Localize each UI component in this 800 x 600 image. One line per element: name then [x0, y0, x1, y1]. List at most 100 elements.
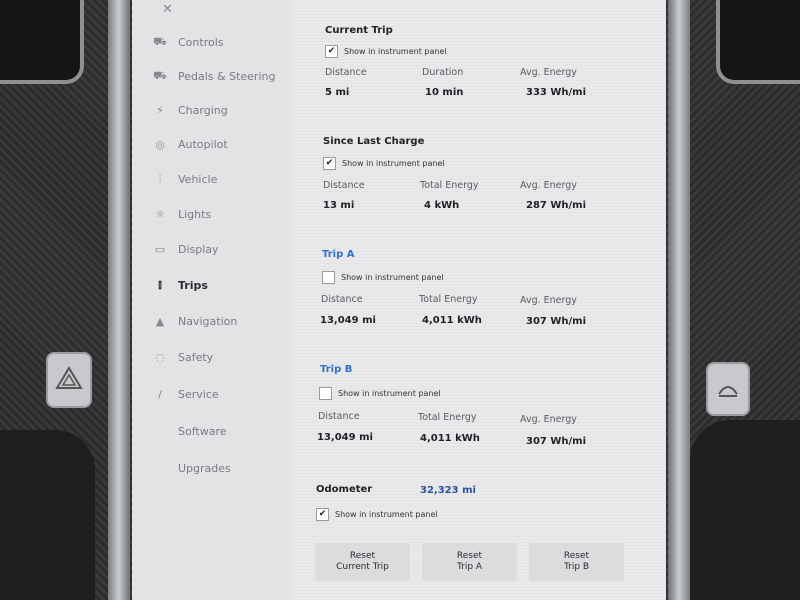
sidebar-item-navigation[interactable]: ▲ Navigation — [152, 308, 292, 334]
sidebar-item-label: Autopilot — [178, 137, 228, 151]
sidebar-item-label: Charging — [178, 103, 228, 117]
stat-value: 13 mi — [323, 200, 355, 211]
stat-value: 4,011 kWh — [420, 433, 480, 444]
stat-label: Total Energy — [418, 412, 477, 423]
sidebar-item-label: Upgrades — [178, 461, 231, 475]
current-trip-checkbox[interactable]: ✔ Show in instrument panel — [325, 45, 447, 58]
seat-left — [0, 430, 95, 600]
stat-label: Avg. Energy — [520, 180, 577, 191]
button-label-line2: Trip A — [456, 562, 483, 572]
reset-trip-a-button[interactable]: Reset Trip A — [422, 543, 517, 581]
check-icon: ✔ — [325, 45, 338, 58]
button-label-line1: Reset — [349, 551, 376, 561]
sidebar-item-label: Software — [178, 424, 227, 438]
stat-label: Avg. Energy — [520, 67, 577, 78]
sidebar-item-controls[interactable]: ⛟ Controls — [152, 29, 292, 55]
sun-icon: ☼ — [155, 207, 165, 221]
sidebar-item-software[interactable]: Software — [152, 418, 292, 444]
stat-label: Duration — [422, 67, 464, 78]
since-last-charge-title: Since Last Charge — [323, 136, 425, 147]
display-icon: ▭ — [154, 242, 166, 256]
sidebar-item-charging[interactable]: ⚡ Charging — [152, 97, 292, 123]
stat-value: 287 Wh/mi — [526, 200, 587, 211]
stat-label: Distance — [318, 411, 360, 422]
safety-icon: ◌ — [155, 350, 165, 364]
sidebar-item-label: Service — [178, 387, 219, 401]
odometer-label: Odometer — [316, 484, 373, 495]
stat-value: 307 Wh/mi — [526, 436, 587, 447]
hazard-button[interactable] — [46, 352, 92, 408]
air-vent-right — [716, 0, 800, 84]
sidebar-item-label: Display — [178, 242, 219, 256]
stat-label: Total Energy — [419, 294, 478, 305]
stat-label: Distance — [325, 67, 367, 78]
current-trip-title: Current Trip — [325, 25, 393, 36]
check-icon: ✔ — [323, 157, 336, 170]
odometer-value: 32,323 mi — [420, 485, 476, 496]
stat-label: Distance — [321, 294, 363, 305]
checkbox-label: Show in instrument panel — [338, 389, 441, 398]
sidebar-item-display[interactable]: ▭ Display — [152, 236, 292, 262]
button-label-line1: Reset — [563, 551, 590, 561]
checkbox-label: Show in instrument panel — [335, 510, 438, 519]
sidebar-item-label: Lights — [178, 207, 212, 221]
car-icon: ⛟ — [153, 34, 167, 48]
sidebar-item-label: Pedals & Steering — [178, 69, 276, 83]
chrome-trim-left — [108, 0, 130, 600]
reset-current-trip-button[interactable]: Reset Current Trip — [315, 543, 410, 581]
checkbox-box — [322, 271, 335, 284]
close-icon[interactable]: ✕ — [162, 2, 173, 17]
stat-value: 307 Wh/mi — [526, 316, 587, 327]
car-icon: ⛟ — [153, 68, 167, 82]
settings-sidebar: ✕ ⛟ Controls ⛟ Pedals & Steering ⚡ Charg… — [132, 0, 292, 600]
stat-value: 4,011 kWh — [422, 315, 482, 326]
sidebar-item-lights[interactable]: ☼ Lights — [152, 201, 292, 227]
steering-wheel-icon: ◎ — [155, 137, 165, 151]
check-icon: ✔ — [316, 508, 329, 521]
download-icon — [152, 423, 168, 439]
trip-b-title: Trip B — [320, 364, 353, 375]
checkbox-box — [319, 387, 332, 400]
air-vent-left — [0, 0, 84, 84]
trip-a-checkbox[interactable]: Show in instrument panel — [322, 271, 444, 284]
stat-label: Avg. Energy — [520, 414, 577, 425]
checkbox-label: Show in instrument panel — [342, 159, 445, 168]
button-label-line1: Reset — [456, 551, 483, 561]
stat-value: 13,049 mi — [320, 315, 376, 326]
sidebar-item-autopilot[interactable]: ◎ Autopilot — [152, 131, 292, 157]
odometer-checkbox[interactable]: ✔ Show in instrument panel — [316, 508, 438, 521]
sidebar-item-trips[interactable]: ⫾ Trips — [152, 272, 292, 298]
chrome-trim-right — [668, 0, 690, 600]
stat-value: 333 Wh/mi — [526, 87, 587, 98]
stat-value: 10 min — [425, 87, 464, 98]
wrench-icon: / — [158, 387, 162, 401]
trip-b-checkbox[interactable]: Show in instrument panel — [319, 387, 441, 400]
button-label-line2: Trip B — [563, 562, 590, 572]
sidebar-item-label: Navigation — [178, 314, 238, 328]
sidebar-item-service[interactable]: / Service — [152, 381, 292, 407]
seat-right — [690, 420, 800, 600]
sidebar-item-label: Vehicle — [178, 172, 218, 186]
stat-value: 4 kWh — [424, 200, 460, 211]
checkbox-label: Show in instrument panel — [341, 273, 444, 282]
bolt-icon: ⚡ — [156, 103, 164, 117]
sidebar-item-pedals-steering[interactable]: ⛟ Pedals & Steering — [152, 63, 292, 89]
sidebar-item-upgrades[interactable]: Upgrades — [152, 455, 292, 481]
reset-trip-b-button[interactable]: Reset Trip B — [529, 543, 624, 581]
glovebox-button[interactable] — [706, 362, 750, 416]
sliders-icon: ⫶ — [158, 172, 162, 185]
since-last-charge-checkbox[interactable]: ✔ Show in instrument panel — [323, 157, 445, 170]
sidebar-item-label: Trips — [178, 278, 208, 292]
trip-a-title: Trip A — [322, 249, 355, 260]
stat-value: 13,049 mi — [317, 432, 373, 443]
sidebar-item-vehicle[interactable]: ⫶ Vehicle — [152, 166, 292, 192]
glovebox-icon — [718, 386, 738, 397]
stat-label: Total Energy — [420, 180, 479, 191]
navigation-icon: ▲ — [155, 314, 165, 328]
stat-value: 5 mi — [325, 87, 350, 98]
touchscreen: ✕ ⛟ Controls ⛟ Pedals & Steering ⚡ Charg… — [132, 0, 666, 600]
hazard-icon — [55, 366, 83, 389]
sidebar-item-label: Safety — [178, 350, 214, 364]
sidebar-item-safety[interactable]: ◌ Safety — [152, 344, 292, 370]
button-label-line2: Current Trip — [336, 562, 389, 572]
